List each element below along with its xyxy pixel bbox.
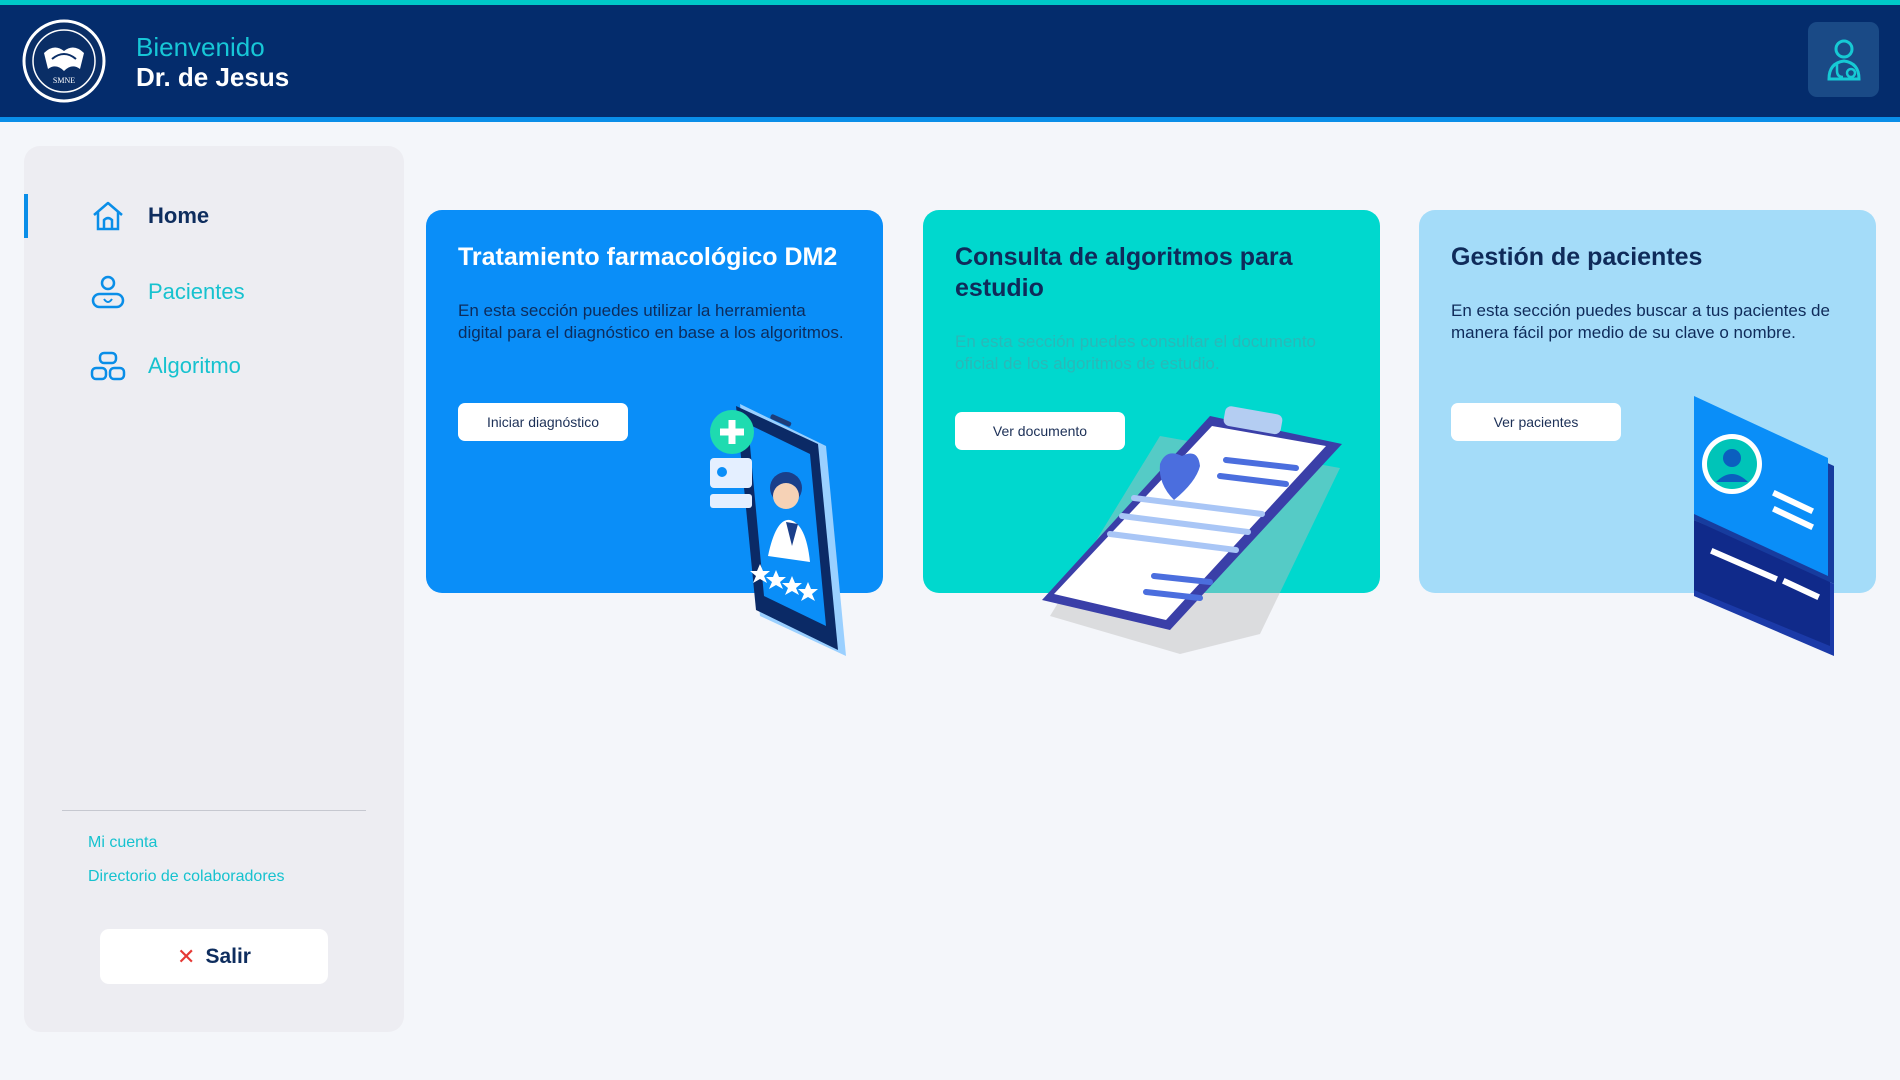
iniciar-diagnostico-button[interactable]: Iniciar diagnóstico [458, 403, 628, 441]
welcome-block: Bienvenido Dr. de Jesus [136, 32, 289, 92]
home-icon [93, 201, 123, 231]
algorithm-icon [90, 351, 126, 381]
id-card-illustration [1694, 396, 1834, 656]
card-title: Tratamiento farmacológico DM2 [458, 243, 838, 271]
ver-pacientes-button[interactable]: Ver pacientes [1451, 403, 1621, 441]
doctor-profile-icon [1826, 39, 1861, 80]
card-description: En esta sección puedes buscar a tus paci… [1451, 301, 1830, 342]
close-icon: ✕ [177, 943, 196, 969]
logout-label: Salir [205, 944, 251, 968]
card-description: En esta sección puedes consultar el docu… [955, 332, 1317, 373]
profile-button[interactable] [1808, 22, 1879, 97]
logout-button[interactable]: ✕ Salir [100, 929, 328, 984]
sidebar-item-home[interactable]: Home [24, 194, 404, 238]
phone-doctor-illustration [710, 404, 846, 656]
clipboard-illustration [1042, 406, 1342, 654]
patient-icon [91, 275, 125, 309]
sidebar-item-pacientes[interactable]: Pacientes [24, 270, 404, 314]
sidebar-item-label: Home [148, 203, 210, 228]
header-top-accent [0, 0, 1900, 5]
app-header: SMNE Bienvenido Dr. de Jesus [0, 0, 1900, 122]
card-description: En esta sección puedes utilizar la herra… [458, 301, 844, 342]
card-title: Consulta de algoritmos para estudio [955, 243, 1293, 302]
sidebar-item-label: Algoritmo [148, 353, 241, 378]
sidebar: Home Pacientes Algoritmo Mi cuenta Direc… [24, 146, 404, 1032]
smne-logo: SMNE [22, 19, 106, 103]
sidebar-divider [62, 810, 366, 811]
sidebar-item-algoritmo[interactable]: Algoritmo [24, 344, 404, 388]
svg-text:SMNE: SMNE [53, 76, 75, 85]
user-name: Dr. de Jesus [136, 62, 290, 92]
mi-cuenta-link[interactable]: Mi cuenta [88, 834, 157, 852]
card-title: Gestión de pacientes [1451, 243, 1703, 271]
sidebar-item-label: Pacientes [148, 279, 245, 304]
header-bottom-accent [0, 117, 1900, 122]
directorio-link[interactable]: Directorio de colaboradores [88, 868, 285, 886]
greeting-text: Bienvenido [136, 32, 265, 62]
